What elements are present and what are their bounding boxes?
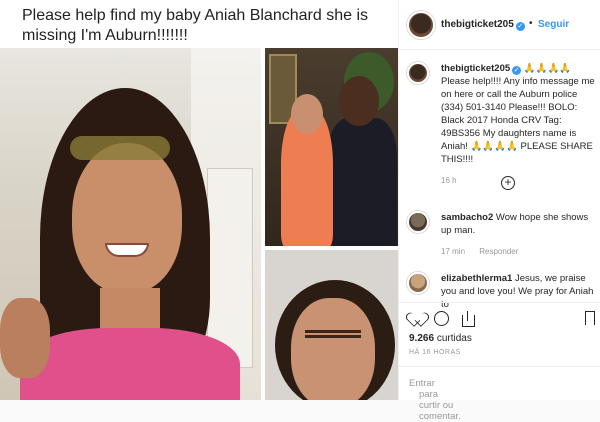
heart-icon[interactable]	[409, 311, 425, 327]
likes-count[interactable]: 9.266 curtidas	[409, 333, 472, 344]
photo-father-daughter	[265, 48, 398, 246]
photo-selfie	[0, 48, 261, 400]
bookmark-icon[interactable]	[585, 311, 595, 325]
avatar[interactable]	[407, 11, 435, 39]
caption-username[interactable]: thebigticket205	[441, 63, 510, 74]
comment-username[interactable]: sambacho2	[441, 212, 493, 223]
comment-box: Entrar para curtir ou comentar.	[399, 366, 600, 422]
post-viewer: Please help find my baby Aniah Blanchard…	[0, 0, 600, 422]
avatar[interactable]	[407, 211, 429, 233]
comment-icon[interactable]	[434, 311, 449, 326]
post-header: thebigticket205 ✓ • Seguir	[399, 0, 600, 50]
photo-closeup	[265, 250, 398, 400]
caption-text: 🙏🙏🙏🙏Please help!!!! Any info message me …	[441, 63, 595, 165]
verified-badge-icon: ✓	[512, 66, 522, 75]
login-link[interactable]: Entrar	[409, 378, 435, 389]
avatar[interactable]	[407, 62, 429, 84]
caption-time[interactable]: 16 h	[441, 176, 457, 185]
comment-time[interactable]: 17 min	[441, 247, 465, 256]
post-media[interactable]: Please help find my baby Aniah Blanchard…	[0, 0, 398, 400]
post-sidebar: thebigticket205 ✓ • Seguir thebigticket20…	[398, 0, 600, 422]
image-caption-text: Please help find my baby Aniah Blanchard…	[22, 7, 368, 44]
post-age[interactable]: HÁ 16 HORAS	[409, 349, 461, 356]
load-more-comments-icon[interactable]: +	[501, 176, 515, 190]
verified-badge-icon: ✓	[515, 22, 525, 31]
follow-button[interactable]: Seguir	[538, 19, 569, 30]
separator-dot: •	[529, 18, 533, 29]
comment-username[interactable]: elizabethlerma1	[441, 273, 512, 284]
header-username[interactable]: thebigticket205 ✓	[441, 19, 525, 31]
reply-button[interactable]: Responder	[479, 247, 518, 256]
avatar[interactable]	[407, 272, 429, 294]
action-bar	[399, 302, 600, 328]
